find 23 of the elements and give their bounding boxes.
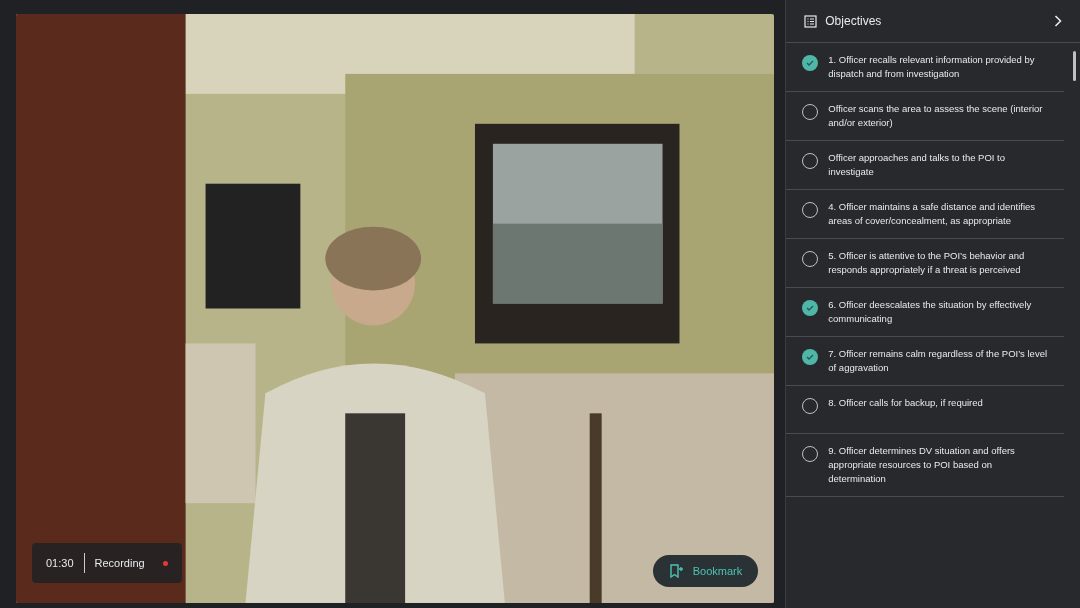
objective-text: Officer scans the area to assess the scene (interior and/or exterior)	[828, 102, 1044, 130]
objective-text: 5. Officer is attentive to the POI’s behavior and responds appropriately if a threat is perceived	[828, 249, 1026, 277]
objective-text: 9. Officer determines DV situation and offers appropriate resources to POI based on determination	[828, 444, 1016, 486]
objective-checkbox[interactable]	[802, 349, 819, 365]
objective-text: 1. Officer recalls relevant information provided by dispatch and from investigation	[828, 53, 1036, 81]
recording-label: Recording	[94, 557, 145, 569]
panel-title: Objectives	[825, 14, 883, 28]
bookmark-add-icon	[668, 564, 683, 578]
objective-text: 6. Officer deescalates the situation by effectively communicating	[828, 298, 1033, 326]
checkmark-icon	[806, 59, 815, 67]
checkmark-icon	[806, 304, 815, 312]
objective-text: 4. Officer maintains a safe distance and identifies areas of cover/concealment, as appropriate	[828, 200, 1037, 228]
objective-text: Officer approaches and talks to the POI to investigate	[828, 151, 1006, 179]
objective-checkbox[interactable]	[802, 55, 819, 71]
scrollbar[interactable]	[1073, 51, 1076, 81]
timer: 01:30	[46, 557, 74, 569]
checkmark-icon	[806, 353, 815, 361]
list-icon	[804, 14, 818, 28]
objective-checkbox[interactable]	[802, 300, 819, 316]
bookmark-button[interactable]: Bookmark	[652, 555, 759, 587]
objective-text: 8. Officer calls for backup, if required	[828, 396, 983, 410]
objective-text: 7. Officer remains calm regardless of the POI’s level of aggravation	[828, 347, 1049, 375]
chevron-right-icon[interactable]	[1054, 15, 1062, 27]
